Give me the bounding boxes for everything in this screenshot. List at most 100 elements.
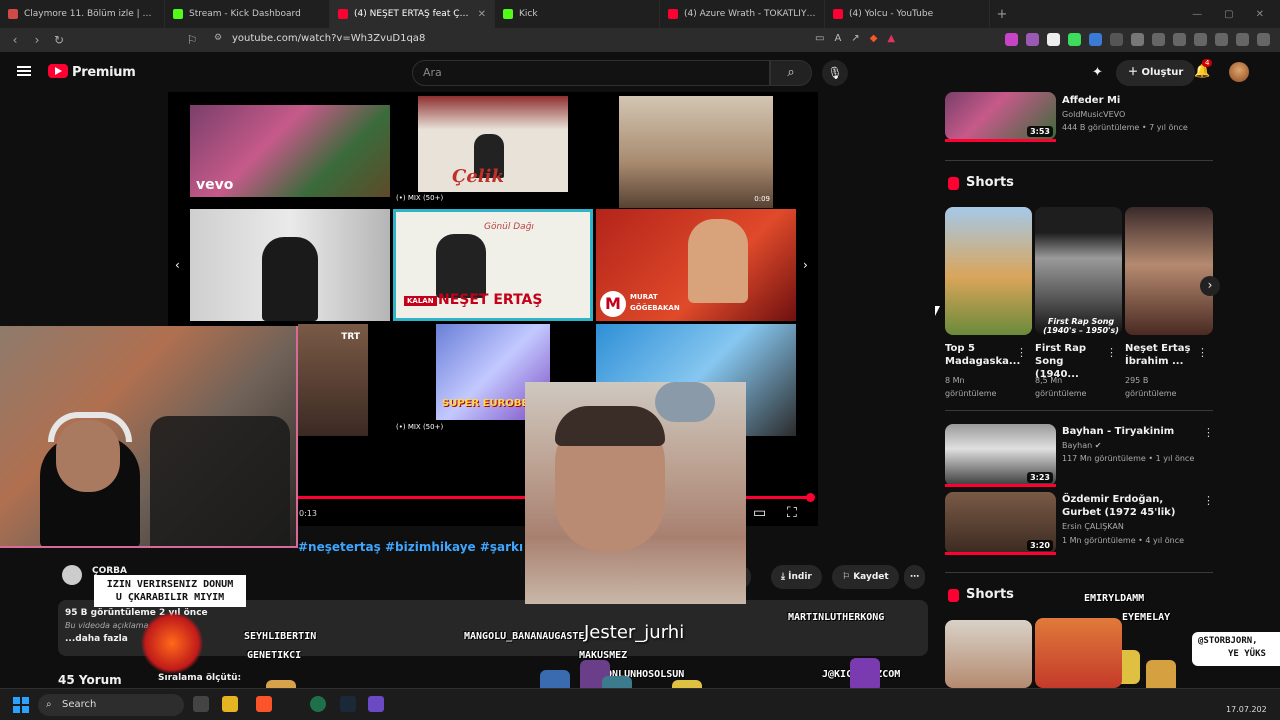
tab-anizm[interactable]: Claymore 11. Bölüm izle | Anizm [0,0,165,28]
youtube-premium-brand[interactable]: Premium [72,65,136,80]
chevron-right-icon[interactable]: › [803,258,808,272]
sidebar-icon[interactable] [1173,33,1186,46]
create-button[interactable]: ＋ Oluştur [1116,60,1196,86]
search-button[interactable]: ⌕ [770,60,812,86]
app-icon[interactable] [368,696,384,712]
youtube-header: Premium Ara ⌕ 🎙 ✦ ＋ Oluştur 🔔 4 [0,52,1280,92]
endscreen-tile-gonul-dagi[interactable]: Gönül Dağı KALAN NEŞET ERTAŞ [393,209,593,321]
site-info-icon[interactable]: ⚙ [207,33,229,43]
back-icon[interactable]: ‹ [4,33,26,47]
file-explorer-icon[interactable] [222,696,238,712]
new-tab-icon[interactable]: + [990,7,1014,22]
sidebar-video-channel[interactable]: GoldMusicVEVO [1062,109,1125,120]
tab-azure-wrath[interactable]: (4) Azure Wrath - TOKATLIYIM (Prod. [660,0,825,28]
sidebar-video-title[interactable]: Bayhan - Tiryakinim [1062,425,1174,438]
extension-icon[interactable] [1047,33,1060,46]
obs-icon[interactable] [310,696,326,712]
tab-kick[interactable]: Kick [495,0,660,28]
sidebar-video-title[interactable]: Affeder Mi [1062,94,1120,107]
extension-icon[interactable] [1068,33,1081,46]
endscreen-tile-vevo[interactable]: vevo [190,105,390,197]
search-input[interactable]: Ara [412,60,770,86]
maximize-icon[interactable]: ▢ [1224,9,1233,20]
more-options-icon[interactable]: ⋮ [1197,346,1208,359]
taskbar-search-box[interactable]: ⌕ Search [38,694,184,716]
sidebar-video-channel[interactable]: Ersin ÇALIŞKAN [1062,521,1124,532]
extension-icon[interactable] [1110,33,1123,46]
youtube-logo-icon[interactable] [48,64,68,78]
cast-icon[interactable]: ✦ [1092,65,1103,80]
endscreen-tile-murat[interactable]: M MURAT GÖĞEBAKAN [596,209,796,321]
endscreen-tile-webcam[interactable]: 0:09 [619,96,773,208]
shorts-thumbnail[interactable] [945,620,1032,688]
close-tab-icon[interactable]: ✕ [478,9,486,20]
shorts-views: 295 B [1125,376,1149,385]
url-field[interactable]: youtube.com/watch?v=Wh3ZvuD1qa8 [232,33,425,44]
bookmark-icon[interactable]: ⚐ [181,33,203,47]
more-options-icon[interactable]: ⋮ [1106,346,1117,359]
save-button[interactable]: ⚐ Kaydet [832,565,899,589]
show-more-link[interactable]: ...daha fazla [65,634,128,644]
download-button[interactable]: ⤓ İndir [771,565,822,589]
tab-kick-dashboard[interactable]: Stream - Kick Dashboard [165,0,330,28]
sidebar-thumbnail[interactable]: 3:23 [945,424,1056,486]
chat-username: EMIRYLDAMM [1084,593,1145,604]
close-window-icon[interactable]: ✕ [1256,9,1264,20]
shorts-title[interactable]: Neşet Ertaş İbrahim ... [1125,342,1195,368]
shorts-thumbnail[interactable]: First Rap Song (1940's – 1950's) [1035,207,1122,335]
task-view-icon[interactable] [193,696,209,712]
cast-screen-icon[interactable]: ▭ [815,33,824,44]
brave-browser-icon[interactable] [256,696,272,712]
shorts-title[interactable]: Top 5 Madagaska... [945,342,1020,368]
reload-icon[interactable]: ↻ [48,33,70,47]
tab-yolcu[interactable]: (4) Yolcu - YouTube [825,0,990,28]
account-avatar[interactable] [1229,62,1249,82]
shorts-next-arrow-icon[interactable]: › [1200,276,1220,296]
vpn-icon[interactable] [1236,33,1249,46]
endscreen-tile-trt[interactable]: TRT [298,324,368,436]
menu-icon[interactable] [1257,33,1270,46]
shorts-thumbnail[interactable] [1035,618,1122,688]
channel-avatar[interactable] [62,565,82,585]
theater-mode-icon[interactable]: ▭ [753,505,766,521]
plus-icon: ＋ [1128,67,1142,78]
leo-icon[interactable] [1215,33,1228,46]
progress-scrubber[interactable] [806,493,815,502]
brave-shield-icon[interactable]: ◆ [870,33,878,44]
shorts-thumbnail[interactable] [1125,207,1213,335]
sidebar-thumbnail[interactable]: 3:20 [945,492,1056,554]
more-options-icon[interactable]: ⋮ [1203,426,1214,439]
extension-icon[interactable] [1089,33,1102,46]
windows-start-icon[interactable] [13,697,29,713]
brave-rewards-icon[interactable]: ▲ [887,33,895,44]
more-actions-button[interactable]: ⋯ [904,565,925,589]
extension-icon[interactable] [1005,33,1018,46]
endscreen-tile-celik[interactable]: Çelik [418,96,568,192]
more-options-icon[interactable]: ⋮ [1203,494,1214,507]
sidebar-video-meta: 117 Mn görüntüleme • 1 yıl önce [1062,454,1195,463]
chevron-left-icon[interactable]: ‹ [175,258,180,272]
sidebar-video-channel[interactable]: Bayhan ✔ [1062,440,1101,451]
chat-username: MARTINLUTHERKONG [788,612,885,623]
media-icon[interactable] [1152,33,1165,46]
extension-icon[interactable] [1026,33,1039,46]
sort-comments-button[interactable]: Sıralama ölçütü: [158,673,241,683]
more-options-icon[interactable]: ⋮ [1016,346,1027,359]
steam-icon[interactable] [340,696,356,712]
sidebar-thumbnail[interactable]: 3:53 [945,92,1056,140]
wallet-icon[interactable] [1194,33,1207,46]
voice-search-button[interactable]: 🎙 [822,60,848,86]
shorts-thumbnail[interactable] [945,207,1032,335]
puzzle-icon[interactable] [1131,33,1144,46]
tab-neset-ertas[interactable]: (4) NEŞET ERTAŞ feat ÇAĞATAY AK ✕ [330,0,495,28]
share-icon[interactable]: ↗ [851,33,859,44]
kick-favicon-icon [173,9,183,19]
hamburger-menu-icon[interactable] [17,66,31,76]
extension-icons [1005,33,1270,46]
translate-icon[interactable]: A [834,33,841,44]
minimize-icon[interactable]: — [1192,9,1202,20]
endscreen-tile-sunglasses[interactable] [190,209,390,321]
fullscreen-icon[interactable]: ⛶ [787,505,797,521]
forward-icon[interactable]: › [26,33,48,47]
sidebar-video-title[interactable]: Özdemir Erdoğan, Gurbet (1972 45'lik) [1062,493,1200,519]
